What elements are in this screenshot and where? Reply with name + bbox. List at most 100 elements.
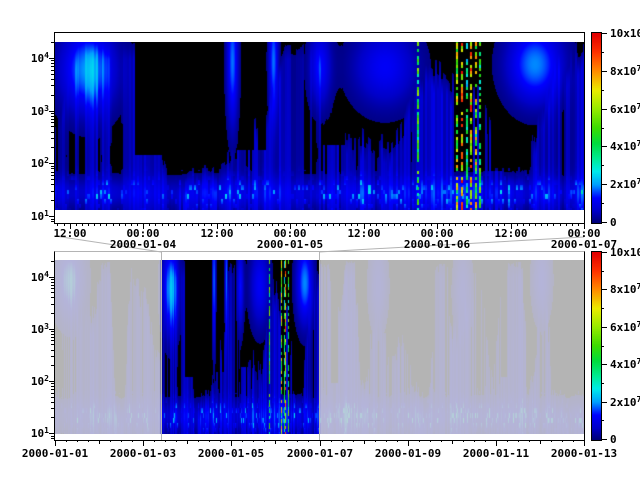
x-date-label: 2000-01-05 xyxy=(245,239,335,250)
y-minor-tick xyxy=(51,184,54,185)
y-minor-tick xyxy=(51,334,54,335)
y-minor-tick xyxy=(51,113,54,114)
y-minor-tick xyxy=(51,397,54,398)
y-minor-tick xyxy=(51,393,54,394)
y-minor-tick xyxy=(51,221,54,222)
x-minor-tick xyxy=(278,223,279,226)
x-minor-tick xyxy=(121,440,122,442)
x-minor-tick xyxy=(110,440,111,442)
x-major-tick xyxy=(55,440,56,446)
detail-heatmap-canvas xyxy=(55,42,584,210)
x-minor-tick xyxy=(253,440,254,442)
y-tick-label: 101 xyxy=(19,211,49,223)
x-minor-tick xyxy=(168,223,169,226)
cb-minor-tick xyxy=(601,128,604,129)
x-minor-tick xyxy=(315,223,316,226)
x-minor-tick xyxy=(498,223,499,226)
x-minor-tick xyxy=(174,223,175,226)
x-minor-tick xyxy=(443,223,444,226)
y-minor-tick xyxy=(51,191,54,192)
y-minor-tick xyxy=(51,386,54,387)
x-minor-tick xyxy=(180,223,181,226)
cb-tick-label: 4x107 xyxy=(610,141,640,153)
cb-major-tick xyxy=(601,33,607,34)
x-minor-tick xyxy=(572,223,573,226)
x-minor-tick xyxy=(176,440,177,442)
y-minor-tick xyxy=(51,138,54,139)
x-minor-tick xyxy=(578,223,579,226)
x-minor-tick xyxy=(321,223,322,226)
x-minor-tick xyxy=(155,223,156,226)
x-minor-tick xyxy=(286,440,287,442)
y-minor-tick xyxy=(51,365,54,366)
spectrogram-figure: 12:0000:002000-01-0412:0000:002000-01-05… xyxy=(0,0,640,480)
x-minor-tick xyxy=(235,223,236,226)
x-minor-tick xyxy=(523,223,524,226)
x-minor-tick xyxy=(573,440,574,442)
x-minor-tick xyxy=(455,223,456,226)
cb-major-tick xyxy=(601,109,607,110)
y-minor-tick xyxy=(51,70,54,71)
y-minor-tick xyxy=(51,331,54,332)
x-minor-tick xyxy=(253,223,254,226)
y-minor-tick xyxy=(51,200,54,201)
x-minor-tick xyxy=(406,223,407,226)
x-minor-tick xyxy=(308,223,309,226)
x-minor-tick xyxy=(413,223,414,226)
x-minor-tick xyxy=(529,223,530,226)
x-date-label: 2000-01-06 xyxy=(392,239,482,250)
x-minor-tick xyxy=(400,223,401,226)
x-minor-tick xyxy=(462,223,463,226)
x-minor-tick xyxy=(535,223,536,226)
x-date-label: 2000-01-04 xyxy=(98,239,188,250)
x-minor-tick xyxy=(560,223,561,226)
x-minor-tick xyxy=(76,223,77,226)
x-minor-tick xyxy=(331,440,332,442)
x-minor-tick xyxy=(327,223,328,226)
cb-minor-tick xyxy=(601,308,604,309)
x-minor-tick xyxy=(551,440,552,442)
y-minor-tick xyxy=(51,85,54,86)
y-minor-tick xyxy=(51,436,54,437)
cb-tick-label: 10x107 xyxy=(610,247,640,259)
x-minor-tick xyxy=(119,223,120,226)
x-minor-tick xyxy=(209,440,210,442)
x-minor-tick xyxy=(449,223,450,226)
y-minor-tick xyxy=(51,172,54,173)
x-minor-tick xyxy=(275,440,276,444)
y-minor-tick xyxy=(51,79,54,80)
cb-minor-tick xyxy=(601,271,604,272)
y-minor-tick xyxy=(51,219,54,220)
zoom-window-region[interactable] xyxy=(161,252,320,440)
x-date-label: 2000-01-07 xyxy=(275,448,365,459)
y-minor-tick xyxy=(51,166,54,167)
cb-minor-tick xyxy=(601,383,604,384)
x-minor-tick xyxy=(394,223,395,226)
x-minor-tick xyxy=(345,223,346,226)
y-minor-tick xyxy=(51,279,54,280)
y-tick-label: 102 xyxy=(19,158,49,170)
x-major-tick xyxy=(496,440,497,446)
x-minor-tick xyxy=(485,440,486,442)
cb-minor-tick xyxy=(601,346,604,347)
x-major-tick xyxy=(320,440,321,446)
y-minor-tick xyxy=(51,122,54,123)
y-minor-tick xyxy=(51,119,54,120)
x-minor-tick xyxy=(375,440,376,442)
y-minor-tick xyxy=(51,116,54,117)
x-minor-tick xyxy=(88,223,89,226)
cb-tick-label: 2x107 xyxy=(610,179,640,191)
y-minor-tick xyxy=(51,261,54,262)
x-minor-tick xyxy=(463,440,464,442)
cb-tick-label: 0 xyxy=(610,217,617,228)
y-minor-tick xyxy=(51,402,54,403)
x-minor-tick xyxy=(468,223,469,226)
x-minor-tick xyxy=(88,440,89,442)
x-minor-tick xyxy=(419,223,420,226)
x-minor-tick xyxy=(339,223,340,226)
y-minor-tick xyxy=(51,63,54,64)
x-date-label: 2000-01-05 xyxy=(186,448,276,459)
context-panel xyxy=(54,251,585,441)
x-minor-tick xyxy=(94,223,95,226)
y-major-tick xyxy=(49,433,54,434)
